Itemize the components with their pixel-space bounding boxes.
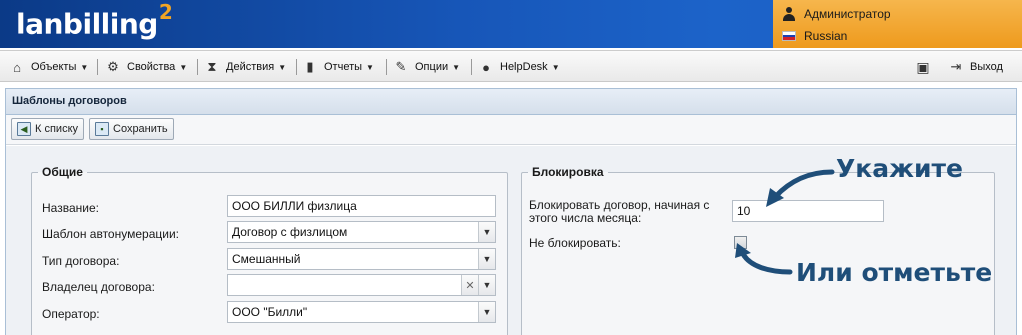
- arrow-to-day-input: [772, 169, 835, 200]
- callout-or-check: Или отметьте: [796, 258, 993, 287]
- arrow-to-checkbox: [740, 251, 793, 275]
